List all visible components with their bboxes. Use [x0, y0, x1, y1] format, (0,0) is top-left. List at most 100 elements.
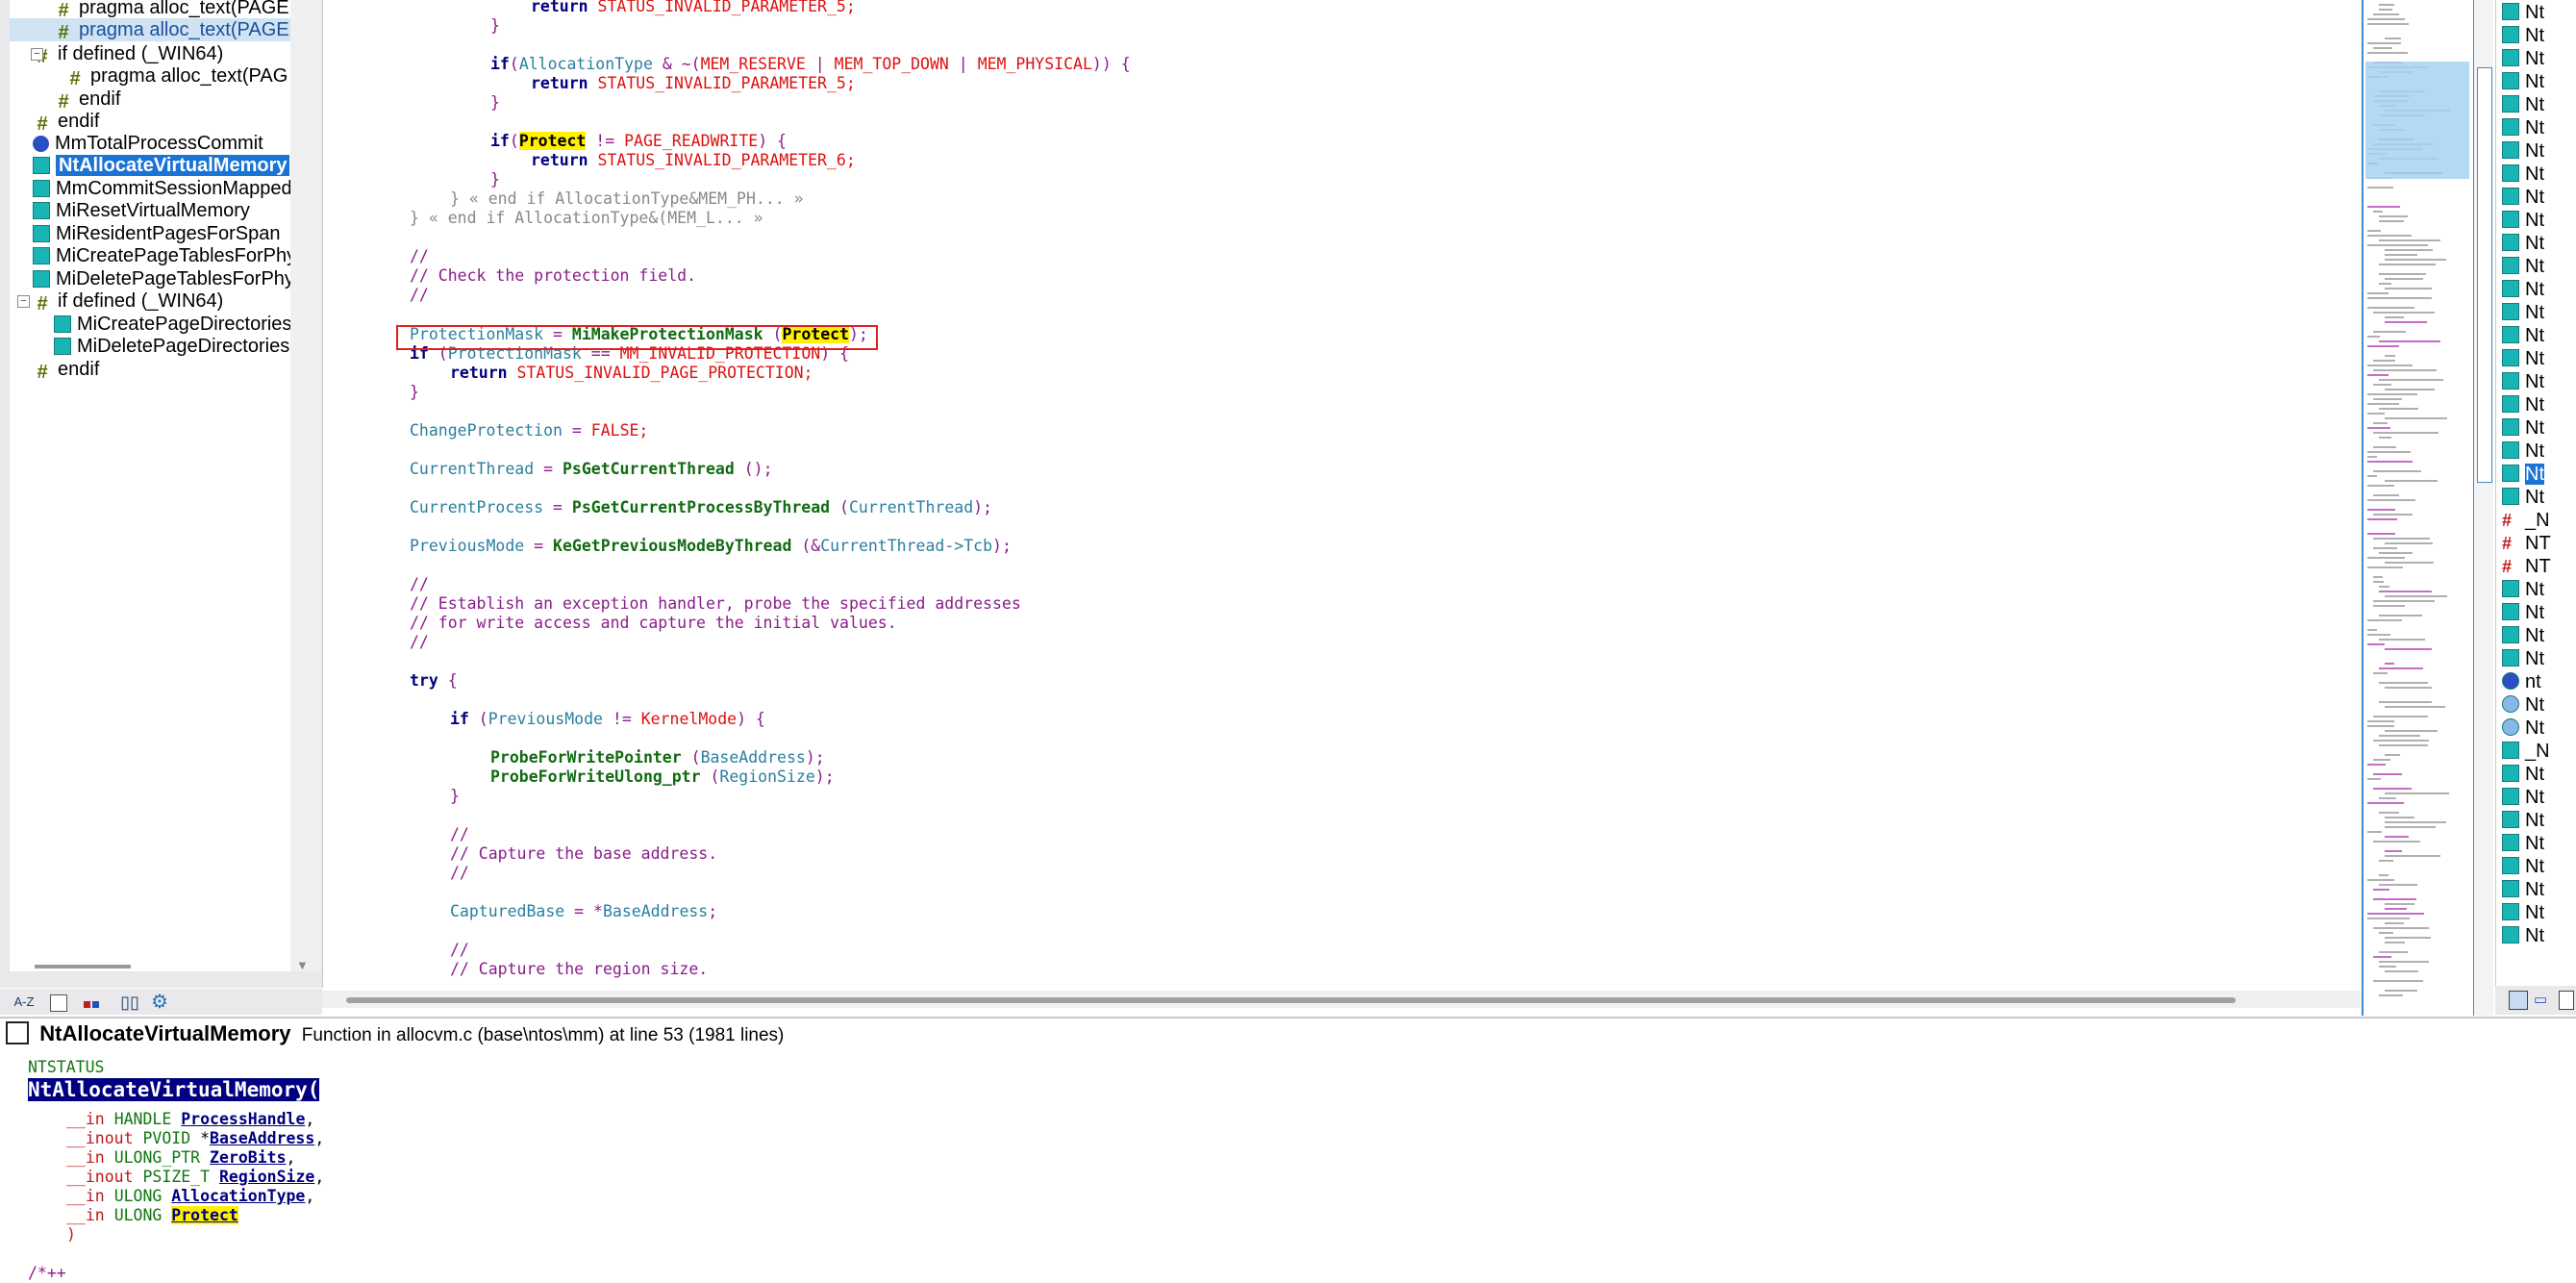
code-line[interactable]: // Capture the region size. [450, 960, 708, 979]
code-line[interactable]: return STATUS_INVALID_PARAMETER_6; [531, 151, 856, 170]
symbol-list-item[interactable]: Nt [2502, 694, 2544, 716]
symbol-list-item[interactable]: Nt [2502, 256, 2544, 277]
code-line[interactable]: } « end if AllocationType&MEM_PH... » [450, 189, 804, 209]
symbol-list-item[interactable]: Nt [2502, 48, 2544, 69]
code-line[interactable]: return STATUS_INVALID_PARAMETER_5; [531, 74, 856, 93]
symbol-list-item[interactable]: Nt [2502, 464, 2544, 485]
tree-item[interactable]: # pragma alloc_text(PAGE,M [54, 0, 290, 20]
code-line[interactable]: // [410, 247, 429, 266]
context-code[interactable]: NTSTATUS NtAllocateVirtualMemory(__in HAN… [0, 1050, 2576, 1282]
list-toolbar-icon-1[interactable] [2509, 991, 2528, 1010]
editor-horizontal-scrollbar-thumb[interactable] [346, 997, 2236, 1003]
symbol-list-item[interactable]: Nt [2502, 302, 2544, 323]
symbol-list-item[interactable]: Nt [2502, 233, 2544, 254]
symbol-list-item[interactable]: Nt [2502, 210, 2544, 231]
symbol-list-item[interactable]: # NT [2502, 533, 2551, 554]
tree-item[interactable]: # endif [33, 358, 99, 382]
tree-scroll-down-arrow-icon[interactable]: ▼ [296, 958, 309, 972]
symbol-list-item[interactable]: Nt [2502, 164, 2544, 185]
list-toolbar-icon-3[interactable] [2559, 991, 2574, 1010]
symbol-list-item[interactable]: Nt [2502, 648, 2544, 669]
book-icon[interactable]: ▯▯ [119, 993, 140, 1012]
symbol-list-item[interactable]: Nt [2502, 325, 2544, 346]
tree-item[interactable]: MiResetVirtualMemory [33, 199, 250, 222]
tree-collapse-toggle[interactable]: − [17, 295, 30, 308]
symbol-list-item[interactable]: Nt [2502, 2, 2544, 23]
code-line[interactable]: if(Protect != PAGE_READWRITE) { [490, 132, 787, 151]
tree-item[interactable]: MiCreatePageTablesForPhys [33, 244, 290, 267]
symbol-list-item[interactable]: Nt [2502, 856, 2544, 877]
code-line[interactable]: // Establish an exception handler, probe… [410, 594, 1021, 614]
symbol-list-item[interactable]: Nt [2502, 187, 2544, 208]
symbol-list-item[interactable]: Nt [2502, 925, 2544, 946]
minimap-viewport[interactable] [2365, 62, 2469, 179]
symbol-list-item[interactable]: nt [2502, 671, 2541, 692]
code-line[interactable]: CapturedBase = *BaseAddress; [450, 902, 717, 921]
tree-item[interactable]: MiCreatePageDirectoriesF [54, 313, 290, 336]
symbol-list-item[interactable]: Nt [2502, 348, 2544, 369]
code-line[interactable]: ProbeForWritePointer (BaseAddress); [490, 748, 825, 767]
code-line[interactable]: ChangeProtection = FALSE; [410, 421, 648, 440]
symbol-list-item[interactable]: Nt [2502, 94, 2544, 115]
code-line[interactable]: } [490, 16, 500, 36]
tree-collapse-toggle[interactable]: − [31, 48, 43, 61]
symbol-list-item[interactable]: Nt [2502, 279, 2544, 300]
symbol-list-item[interactable]: Nt [2502, 579, 2544, 600]
code-line[interactable]: } [490, 170, 500, 189]
tree-item[interactable]: # pragma alloc_text(PAGELK [10, 18, 290, 42]
code-line[interactable]: CurrentProcess = PsGetCurrentProcessByTh… [410, 498, 992, 517]
code-line[interactable]: // for write access and capture the init… [410, 614, 897, 633]
symbol-list-item[interactable]: Nt [2502, 833, 2544, 854]
tree-item[interactable]: MiDeletePageDirectoriesF [54, 335, 290, 358]
symbol-list-item[interactable]: Nt [2502, 140, 2544, 162]
symbol-list-item[interactable]: Nt [2502, 602, 2544, 623]
code-line[interactable]: ProbeForWriteUlong_ptr (RegionSize); [490, 767, 835, 787]
symbol-list-item[interactable]: # NT [2502, 556, 2551, 577]
code-line[interactable]: } [450, 787, 460, 806]
symbol-list-item[interactable]: Nt [2502, 810, 2544, 831]
symbol-list-item[interactable]: Nt [2502, 394, 2544, 415]
symbol-list-item[interactable]: Nt [2502, 440, 2544, 462]
symbol-list-item[interactable]: Nt [2502, 787, 2544, 808]
code-line[interactable]: } [410, 383, 419, 402]
symbol-list-item[interactable]: Nt [2502, 117, 2544, 138]
categories-icon[interactable] [81, 994, 102, 1014]
code-line[interactable]: // [410, 575, 429, 594]
tree-item[interactable]: −#if defined (_WIN64) [31, 42, 223, 66]
list-view-icon[interactable] [50, 994, 67, 1012]
symbol-list-item[interactable]: Nt [2502, 71, 2544, 92]
code-line[interactable]: // [450, 941, 469, 960]
tree-item[interactable]: MmTotalProcessCommit [33, 132, 263, 155]
tree-item[interactable]: NtAllocateVirtualMemory [33, 154, 290, 177]
symbol-list-item[interactable]: Nt [2502, 417, 2544, 439]
symbol-list-item[interactable]: Nt [2502, 879, 2544, 900]
code-line[interactable]: // [450, 825, 469, 844]
code-line[interactable]: PreviousMode = KeGetPreviousModeByThread… [410, 537, 1012, 556]
tree-item[interactable]: MmCommitSessionMappedV [33, 177, 290, 200]
symbol-list-item[interactable]: Nt [2502, 625, 2544, 646]
sort-az-icon[interactable]: A-Z [13, 993, 35, 1012]
symbol-list-item[interactable]: Nt [2502, 487, 2544, 508]
code-line[interactable]: // [410, 633, 429, 652]
code-line[interactable]: return STATUS_INVALID_PARAMETER_5; [531, 0, 856, 16]
symbol-list-item[interactable]: Nt [2502, 25, 2544, 46]
tree-horizontal-scrollbar-thumb[interactable] [35, 965, 131, 969]
symbol-list-item[interactable]: Nt [2502, 717, 2544, 739]
code-editor[interactable]: return STATUS_INVALID_PARAMETER_5;} if(Al… [358, 0, 2362, 991]
code-line[interactable]: // [410, 286, 429, 305]
tree-item[interactable]: # pragma alloc_text(PAG [65, 64, 288, 88]
symbol-list-item[interactable]: Nt [2502, 371, 2544, 392]
code-line[interactable]: } [490, 93, 500, 113]
code-line[interactable]: return STATUS_INVALID_PAGE_PROTECTION; [450, 364, 813, 383]
tree-item[interactable]: # endif [33, 110, 99, 134]
code-line[interactable]: // [450, 864, 469, 883]
code-line[interactable]: // Check the protection field. [410, 266, 696, 286]
tree-item[interactable]: −#if defined (_WIN64) [17, 289, 223, 314]
code-line[interactable]: try { [410, 671, 458, 691]
minimap-scrollbar-thumb[interactable] [2477, 67, 2492, 483]
code-line[interactable]: // Capture the base address. [450, 844, 717, 864]
symbol-list-item[interactable]: # _N [2502, 510, 2550, 531]
list-toolbar-icon-2[interactable]: ▭ [2534, 991, 2551, 1008]
settings-gear-icon[interactable]: ⚙ [149, 993, 170, 1012]
symbol-list-item[interactable]: Nt [2502, 902, 2544, 923]
